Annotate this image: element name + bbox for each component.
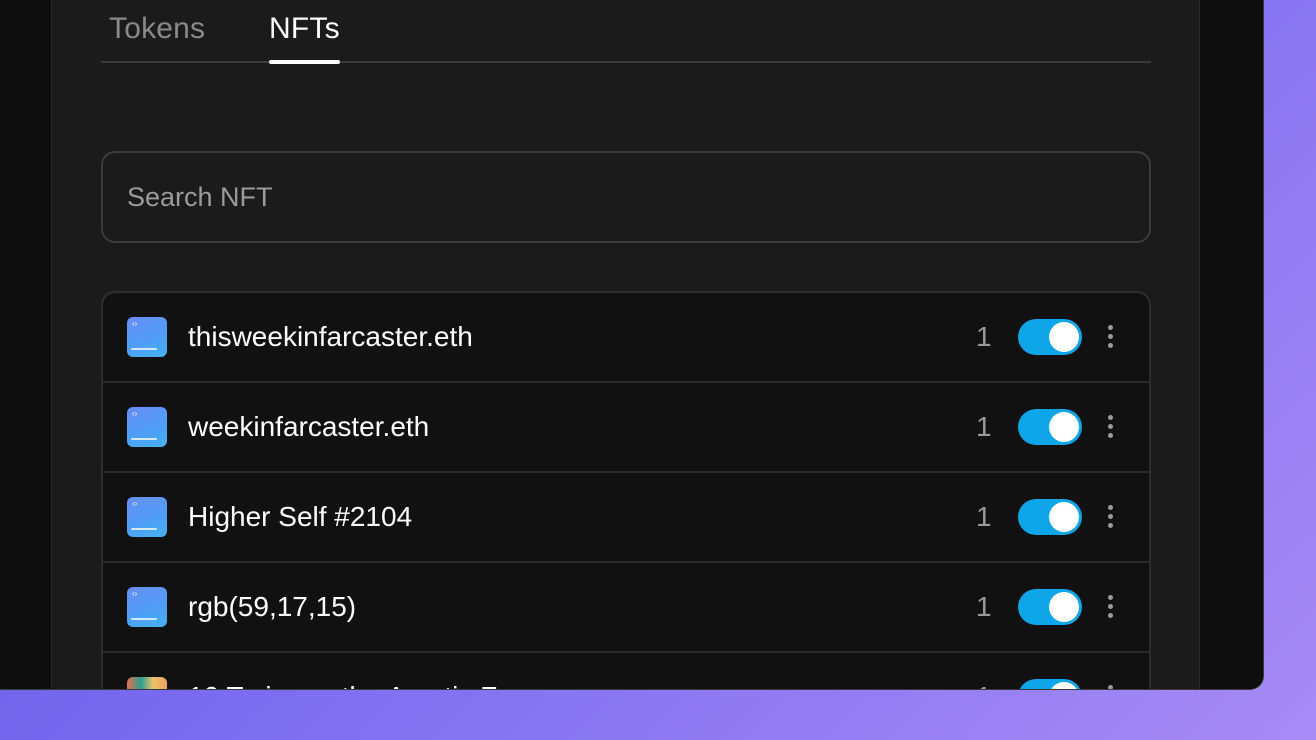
- nft-name: Higher Self #2104: [188, 501, 413, 532]
- nft-thumbnail: [127, 677, 167, 689]
- visibility-toggle[interactable]: [1018, 499, 1082, 535]
- search-input[interactable]: [103, 153, 1149, 241]
- tab-nfts[interactable]: NFTs: [269, 0, 340, 64]
- toggle-knob: [1049, 322, 1079, 352]
- list-item: ‹› thisweekinfarcaster.eth 1: [103, 293, 1149, 383]
- tab-tokens[interactable]: Tokens: [109, 0, 205, 62]
- kebab-menu-icon[interactable]: [1098, 589, 1122, 625]
- nft-list: ‹› thisweekinfarcaster.eth 1 ‹› weekinfa…: [101, 291, 1151, 689]
- asset-tabs: Tokens NFTs: [101, 0, 1151, 64]
- kebab-menu-icon[interactable]: [1098, 499, 1122, 535]
- app-window: Tokens NFTs ‹› thisweekinfarcaster.eth 1…: [0, 0, 1264, 690]
- toggle-knob: [1049, 592, 1079, 622]
- kebab-menu-icon[interactable]: [1098, 679, 1122, 689]
- nft-count: 1: [976, 653, 992, 689]
- visibility-toggle[interactable]: [1018, 319, 1082, 355]
- nft-thumbnail: ‹›: [127, 317, 167, 357]
- toggle-knob: [1049, 412, 1079, 442]
- nft-thumbnail: ‹›: [127, 497, 167, 537]
- list-item: 10 Tarim on the Arcetic F... 1: [103, 653, 1149, 689]
- visibility-toggle[interactable]: [1018, 589, 1082, 625]
- nft-settings-panel: Tokens NFTs ‹› thisweekinfarcaster.eth 1…: [51, 0, 1200, 689]
- nft-name: 10 Tarim on the Arcetic F...: [188, 653, 517, 689]
- nft-thumbnail: ‹›: [127, 587, 167, 627]
- nft-count: 1: [976, 501, 992, 532]
- visibility-toggle[interactable]: [1018, 409, 1082, 445]
- list-item: ‹› rgb(59,17,15) 1: [103, 563, 1149, 653]
- tab-tokens-label: Tokens: [109, 12, 206, 45]
- kebab-menu-icon[interactable]: [1098, 319, 1122, 355]
- nft-name: rgb(59,17,15): [188, 591, 357, 622]
- toggle-knob: [1049, 682, 1079, 689]
- tab-nfts-label: NFTs: [269, 12, 340, 45]
- nft-count: 1: [976, 411, 992, 442]
- nft-name: thisweekinfarcaster.eth: [188, 321, 473, 352]
- list-item: ‹› Higher Self #2104 1: [103, 473, 1149, 563]
- nft-count: 1: [976, 321, 992, 352]
- toggle-knob: [1049, 502, 1079, 532]
- kebab-menu-icon[interactable]: [1098, 409, 1122, 445]
- search-nft-field: [101, 151, 1151, 243]
- nft-thumbnail: ‹›: [127, 407, 167, 447]
- nft-name: weekinfarcaster.eth: [188, 411, 430, 442]
- list-item: ‹› weekinfarcaster.eth 1: [103, 383, 1149, 473]
- nft-count: 1: [976, 591, 992, 622]
- visibility-toggle[interactable]: [1018, 679, 1082, 689]
